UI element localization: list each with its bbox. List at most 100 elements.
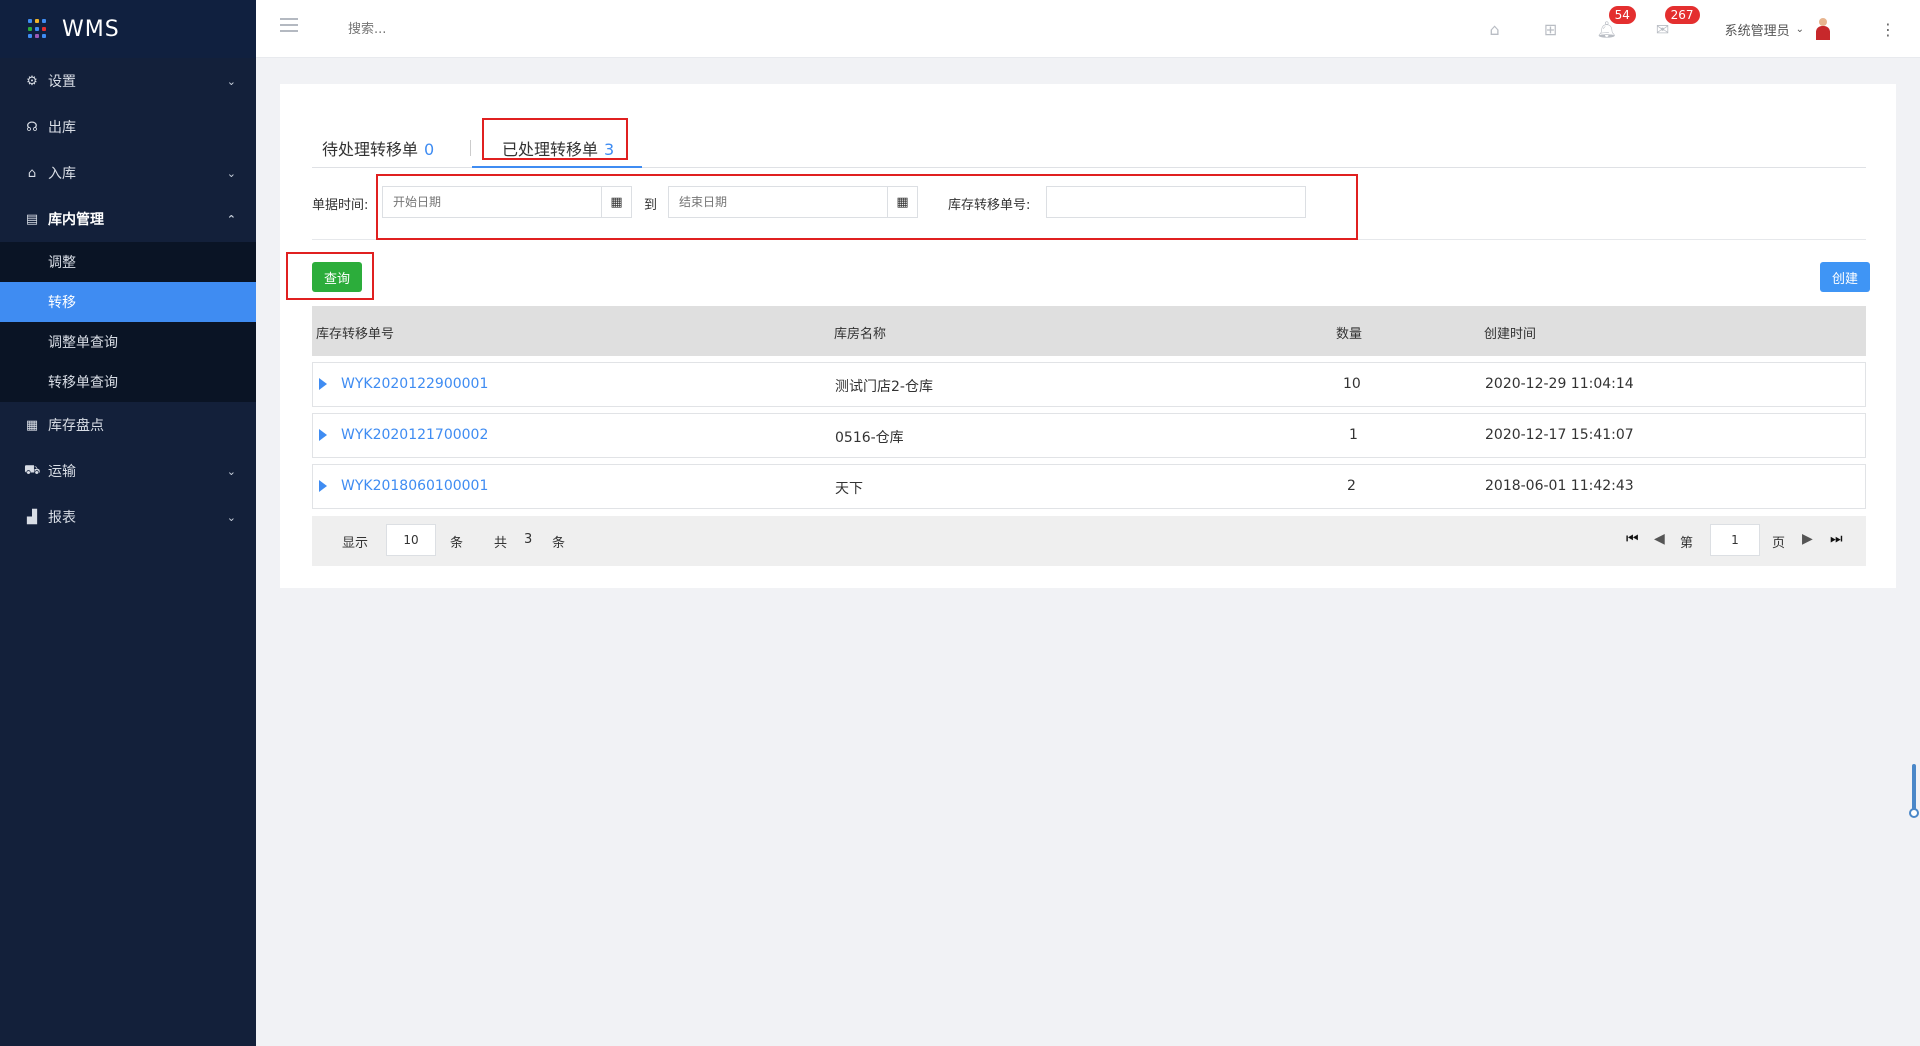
column-header: 创建时间 <box>1484 327 1537 342</box>
clipboard-icon: ▦ <box>25 417 39 433</box>
brand-dot <box>42 26 46 31</box>
app-title: WMS <box>62 16 120 42</box>
chevron-down-icon: ⌄ <box>226 464 236 478</box>
sidebar: WMS ⚙ 设置 ⌄ ☊ 出库 ⌂ 入库 ⌄ ▤ 库内管理 ⌃ 调整 转移 调整… <box>0 0 256 1046</box>
bar-chart-icon: ▟ <box>27 509 37 525</box>
table-row[interactable]: WYK2020121700002 0516-仓库 1 2020-12-17 15… <box>312 413 1866 458</box>
order-no-link[interactable]: WYK2020122900001 <box>341 376 488 392</box>
date-label: 单据时间: <box>312 198 369 213</box>
order-no-link[interactable]: WYK2018060100001 <box>341 478 488 494</box>
sidebar-item-label: 入库 <box>48 166 76 182</box>
expand-arrow-icon[interactable] <box>319 378 327 390</box>
submenu: 调整 转移 调整单查询 转移单查询 <box>0 242 256 402</box>
user-menu[interactable]: 系统管理员 ⌄ <box>1725 18 1832 40</box>
sidebar-item-inventory-management[interactable]: ▤ 库内管理 ⌃ <box>0 196 256 242</box>
order-no-link[interactable]: WYK2020121700002 <box>341 427 488 443</box>
sidebar-item-transport[interactable]: ⛟ 运输 ⌄ <box>0 448 256 494</box>
more-vertical-icon[interactable]: ⋮ <box>1880 20 1896 39</box>
menu-toggle-icon[interactable] <box>280 18 298 34</box>
warehouse-cell: 天下 <box>835 481 863 497</box>
expand-arrow-icon[interactable] <box>319 480 327 492</box>
brand-dot <box>35 26 39 31</box>
truck-icon: ⛟ <box>24 462 41 478</box>
tab-pending[interactable]: 待处理转移单 0 <box>322 136 434 160</box>
home-icon: ⌂ <box>27 165 37 181</box>
headset-icon: ☊ <box>26 119 38 135</box>
top-bar: ⌂ ⊞ 🔔︎54 ✉267 系统管理员 ⌄ ⋮ <box>256 0 1920 58</box>
sidebar-item-label: 库内管理 <box>48 212 104 228</box>
page-size-input[interactable] <box>386 524 436 556</box>
warehouse-cell: 测试门店2-仓库 <box>835 379 933 395</box>
brand-dot <box>42 34 46 39</box>
page-unit-label: 页 <box>1772 536 1786 551</box>
home-icon[interactable]: ⌂ <box>1467 20 1523 39</box>
sidebar-item-reports[interactable]: ▟ 报表 ⌄ <box>0 494 256 540</box>
per-unit-label: 条 <box>450 536 464 551</box>
warehouse-icon: ▤ <box>25 211 39 227</box>
mail-icon[interactable]: ✉ 267 <box>1635 5 1700 39</box>
tab-count: 0 <box>424 140 435 159</box>
sidebar-item-label: 报表 <box>48 510 76 526</box>
brand-dot <box>28 19 32 23</box>
chevron-down-icon: ⌄ <box>226 74 236 88</box>
brand-dot <box>35 34 39 39</box>
brand-dot <box>42 19 46 23</box>
sidebar-item-settings[interactable]: ⚙ 设置 ⌄ <box>0 58 256 104</box>
bell-icon[interactable]: 🔔︎ 54 <box>1579 5 1636 39</box>
qty-cell: 2 <box>1347 478 1356 494</box>
sidebar-item-label: 库存盘点 <box>48 418 104 434</box>
sidebar-subitem-transfer-query[interactable]: 转移单查询 <box>0 362 256 402</box>
created-cell: 2020-12-17 15:41:07 <box>1485 427 1634 443</box>
tab-separator <box>470 140 471 156</box>
column-header: 库存转移单号 <box>316 327 395 342</box>
messages-badge: 267 <box>1664 5 1700 24</box>
highlight-box <box>482 118 628 160</box>
sidebar-menu: ⚙ 设置 ⌄ ☊ 出库 ⌂ 入库 ⌄ ▤ 库内管理 ⌃ 调整 转移 调整单查询 … <box>0 58 256 540</box>
sidebar-subitem-adjust[interactable]: 调整 <box>0 242 256 282</box>
brand[interactable]: WMS <box>0 0 256 58</box>
chevron-up-icon: ⌃ <box>226 212 236 226</box>
page-label: 第 <box>1680 536 1694 551</box>
sidebar-item-stocktake[interactable]: ▦ 库存盘点 <box>0 402 256 448</box>
page-number-input[interactable] <box>1710 524 1760 556</box>
table-row[interactable]: WYK2018060100001 天下 2 2018-06-01 11:42:4… <box>312 464 1866 509</box>
brand-dot <box>28 34 32 39</box>
qty-cell: 1 <box>1349 427 1358 443</box>
scroll-handle-dot[interactable] <box>1909 808 1919 818</box>
search-input[interactable] <box>348 18 568 40</box>
sidebar-item-label: 出库 <box>48 120 76 136</box>
column-header: 数量 <box>1336 327 1363 342</box>
active-tab-indicator <box>472 166 642 168</box>
total-label: 共 <box>494 536 508 551</box>
chevron-down-icon: ⌄ <box>226 166 236 180</box>
expand-arrow-icon[interactable] <box>319 429 327 441</box>
apps-icon[interactable]: ⊞ <box>1523 20 1579 39</box>
created-cell: 2020-12-29 11:04:14 <box>1485 376 1634 392</box>
next-page-icon[interactable]: ▶ <box>1802 531 1813 547</box>
highlight-box <box>376 174 1358 240</box>
qty-cell: 10 <box>1343 376 1361 392</box>
chevron-down-icon: ⌄ <box>226 510 236 524</box>
table-row[interactable]: WYK2020122900001 测试门店2-仓库 10 2020-12-29 … <box>312 362 1866 407</box>
brand-dot <box>28 26 32 31</box>
created-cell: 2018-06-01 11:42:43 <box>1485 478 1634 494</box>
create-button[interactable]: 创建 <box>1820 262 1870 292</box>
table-header: 库存转移单号 库房名称 数量 创建时间 <box>312 306 1866 356</box>
sidebar-item-outbound[interactable]: ☊ 出库 <box>0 104 256 150</box>
notifications-badge: 54 <box>1608 5 1636 24</box>
prev-page-icon[interactable]: ◀ <box>1654 531 1665 547</box>
avatar <box>1814 18 1832 40</box>
user-name: 系统管理员 <box>1724 23 1790 39</box>
sidebar-item-label: 设置 <box>48 74 76 90</box>
total-unit-label: 条 <box>552 536 566 551</box>
column-header: 库房名称 <box>834 327 887 342</box>
gear-icon: ⚙ <box>26 73 38 89</box>
chevron-down-icon: ⌄ <box>1795 23 1804 35</box>
last-page-icon[interactable]: ⏭ <box>1830 531 1843 547</box>
sidebar-subitem-adjust-query[interactable]: 调整单查询 <box>0 322 256 362</box>
highlight-box <box>286 252 374 300</box>
first-page-icon[interactable]: ⏮ <box>1626 531 1639 547</box>
sidebar-item-inbound[interactable]: ⌂ 入库 ⌄ <box>0 150 256 196</box>
sidebar-subitem-transfer[interactable]: 转移 <box>0 282 256 322</box>
sidebar-item-label: 运输 <box>48 464 76 480</box>
